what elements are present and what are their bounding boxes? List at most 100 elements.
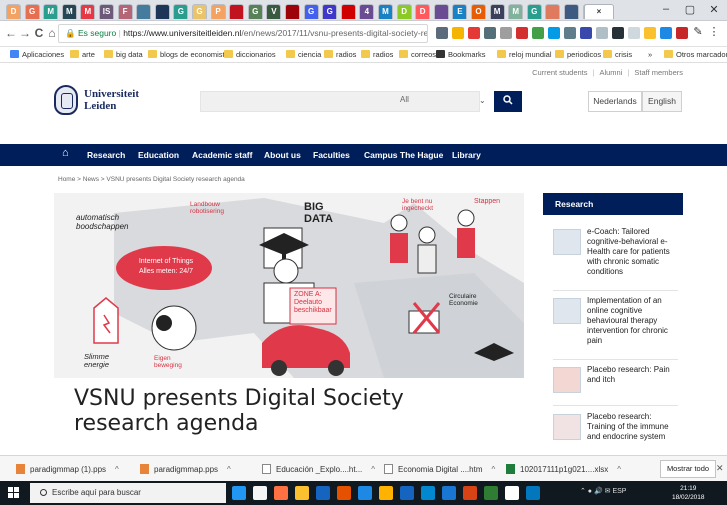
browser-tab[interactable] — [154, 4, 170, 19]
browser-tab[interactable]: F — [117, 4, 133, 19]
browser-tab[interactable] — [545, 4, 561, 19]
home-icon[interactable]: ⌂ — [62, 147, 69, 159]
extension-icon-1[interactable] — [468, 27, 480, 39]
chevron-down-icon[interactable]: ⌄ — [479, 96, 486, 105]
breadcrumb[interactable]: Home > News > VSNU presents Digital Soci… — [58, 176, 245, 183]
bookmark-item[interactable]: arte — [70, 50, 95, 59]
home-button[interactable]: ⌂ — [45, 26, 59, 40]
app-icon-3[interactable] — [358, 486, 372, 500]
minimize-button[interactable]: – — [658, 3, 674, 15]
app-icon-4[interactable] — [526, 486, 540, 500]
extension-icon-9[interactable] — [596, 27, 608, 39]
nav-library[interactable]: Library — [452, 150, 481, 160]
extension-icon-3[interactable] — [500, 27, 512, 39]
store-icon[interactable] — [253, 486, 267, 500]
browser-tab[interactable] — [136, 4, 152, 19]
firefox-icon[interactable] — [274, 486, 288, 500]
extension-icon-6[interactable] — [548, 27, 560, 39]
research-item-placebo-pain[interactable]: Placebo research: Pain and itch — [553, 365, 678, 399]
research-item-ecoach[interactable]: e-Coach: Tailored cognitive-behavioral e… — [553, 227, 678, 287]
browser-tab[interactable]: G — [247, 4, 263, 19]
extension-icon-2[interactable] — [484, 27, 496, 39]
reload-button[interactable]: C — [32, 26, 46, 40]
browser-tab[interactable]: G — [192, 4, 207, 19]
active-tab[interactable]: × — [584, 4, 614, 19]
nav-campus-the-hague[interactable]: Campus The Hague — [364, 150, 443, 160]
browser-tab[interactable]: G — [322, 4, 338, 19]
browser-tab[interactable]: D — [415, 4, 431, 19]
pencil-icon[interactable]: ✎ — [692, 27, 704, 39]
show-all-downloads-button[interactable]: Mostrar todo — [660, 460, 716, 478]
extension-icon-12[interactable] — [644, 27, 656, 39]
bookmark-item[interactable]: periodicos — [555, 50, 601, 59]
skype-icon[interactable] — [421, 486, 435, 500]
photos-icon[interactable] — [505, 486, 519, 500]
browser-tab[interactable]: G — [526, 4, 542, 19]
download-item[interactable]: paradigmmap.pps ^ — [140, 464, 231, 474]
browser-tab[interactable]: E — [452, 4, 468, 19]
extension-icon-5[interactable] — [532, 27, 544, 39]
menu-icon[interactable]: ⋮ — [708, 27, 720, 39]
extension-icon-11[interactable] — [628, 27, 640, 39]
browser-tab[interactable]: D — [396, 4, 412, 19]
browser-tab[interactable]: G — [303, 4, 319, 19]
search-button[interactable] — [494, 91, 522, 112]
download-item[interactable]: paradigmmap (1).pps ^ — [16, 464, 119, 474]
research-item-placebo-immune[interactable]: Placebo research: Training of the immune… — [553, 412, 678, 452]
browser-tab[interactable]: M — [61, 4, 77, 19]
bookmark-item[interactable]: ciencia — [286, 50, 321, 59]
bookmark-item[interactable]: crisis — [603, 50, 632, 59]
bookmark-item[interactable]: big data — [104, 50, 143, 59]
link-staff-members[interactable]: Staff members — [634, 68, 683, 77]
download-item[interactable]: Educación _Explo....ht... ^ — [262, 464, 375, 474]
bookmark-item[interactable]: diccionarios — [224, 50, 276, 59]
nav-academic-staff[interactable]: Academic staff — [192, 150, 252, 160]
clock[interactable]: 21:19 18/02/2018 — [672, 484, 705, 502]
browser-tab[interactable]: M — [378, 4, 393, 19]
browser-tab[interactable] — [340, 4, 356, 19]
nav-about-us[interactable]: About us — [264, 150, 301, 160]
extension-icon-13[interactable] — [660, 27, 672, 39]
browser-tab[interactable]: G — [24, 4, 40, 19]
url-bar[interactable]: 🔒 Es seguro | https://www.universiteitle… — [58, 24, 428, 43]
extension-icon-4[interactable] — [516, 27, 528, 39]
browser-tab[interactable]: M — [80, 4, 96, 19]
excel-icon[interactable] — [484, 486, 498, 500]
forward-button[interactable]: → — [18, 26, 32, 40]
research-item-online-cbt[interactable]: Implementation of an online cognitive be… — [553, 296, 678, 356]
nav-education[interactable]: Education — [138, 150, 179, 160]
browser-tab[interactable]: D — [6, 4, 21, 19]
star-icon[interactable] — [452, 27, 464, 39]
word-icon[interactable] — [400, 486, 414, 500]
close-window-button[interactable]: ✕ — [706, 3, 722, 16]
browser-tab[interactable]: O — [471, 4, 486, 19]
folder-icon[interactable] — [379, 486, 393, 500]
link-current-students[interactable]: Current students — [532, 68, 587, 77]
browser-tab[interactable] — [564, 4, 579, 19]
extension-icon-10[interactable] — [612, 27, 624, 39]
bookmark-item[interactable]: correos — [399, 50, 436, 59]
bookmark-item[interactable]: Bookmarks — [436, 50, 486, 59]
link-alumni[interactable]: Alumni — [599, 68, 622, 77]
maximize-button[interactable]: ▢ — [682, 3, 698, 16]
translate-icon[interactable] — [436, 27, 448, 39]
powerpoint-icon[interactable] — [463, 486, 477, 500]
bookmark-item[interactable]: Aplicaciones — [10, 50, 64, 59]
bookmark-item[interactable]: radios — [324, 50, 356, 59]
browser-tab[interactable]: 4 — [359, 4, 375, 19]
close-tab-icon[interactable]: × — [597, 7, 602, 16]
browser-tab[interactable] — [433, 4, 449, 19]
download-item[interactable]: Economia Digital ....htm ^ — [384, 464, 495, 474]
chrome-icon[interactable] — [295, 486, 309, 500]
download-item[interactable]: 102017111p1g021....xlsx ^ — [506, 464, 621, 474]
lang-english-button[interactable]: English — [642, 91, 682, 112]
app-icon-2[interactable] — [337, 486, 351, 500]
search-scope-select[interactable]: All — [400, 95, 409, 104]
extension-icon-8[interactable] — [580, 27, 592, 39]
bookmark-item[interactable]: Otros marcadores — [664, 50, 727, 59]
bookmark-item[interactable]: blogs de economista — [148, 50, 229, 59]
browser-tab[interactable]: G — [173, 4, 189, 19]
browser-tab[interactable]: IS — [99, 4, 114, 19]
extension-icon-7[interactable] — [564, 27, 576, 39]
bookmark-item[interactable]: radios — [361, 50, 393, 59]
